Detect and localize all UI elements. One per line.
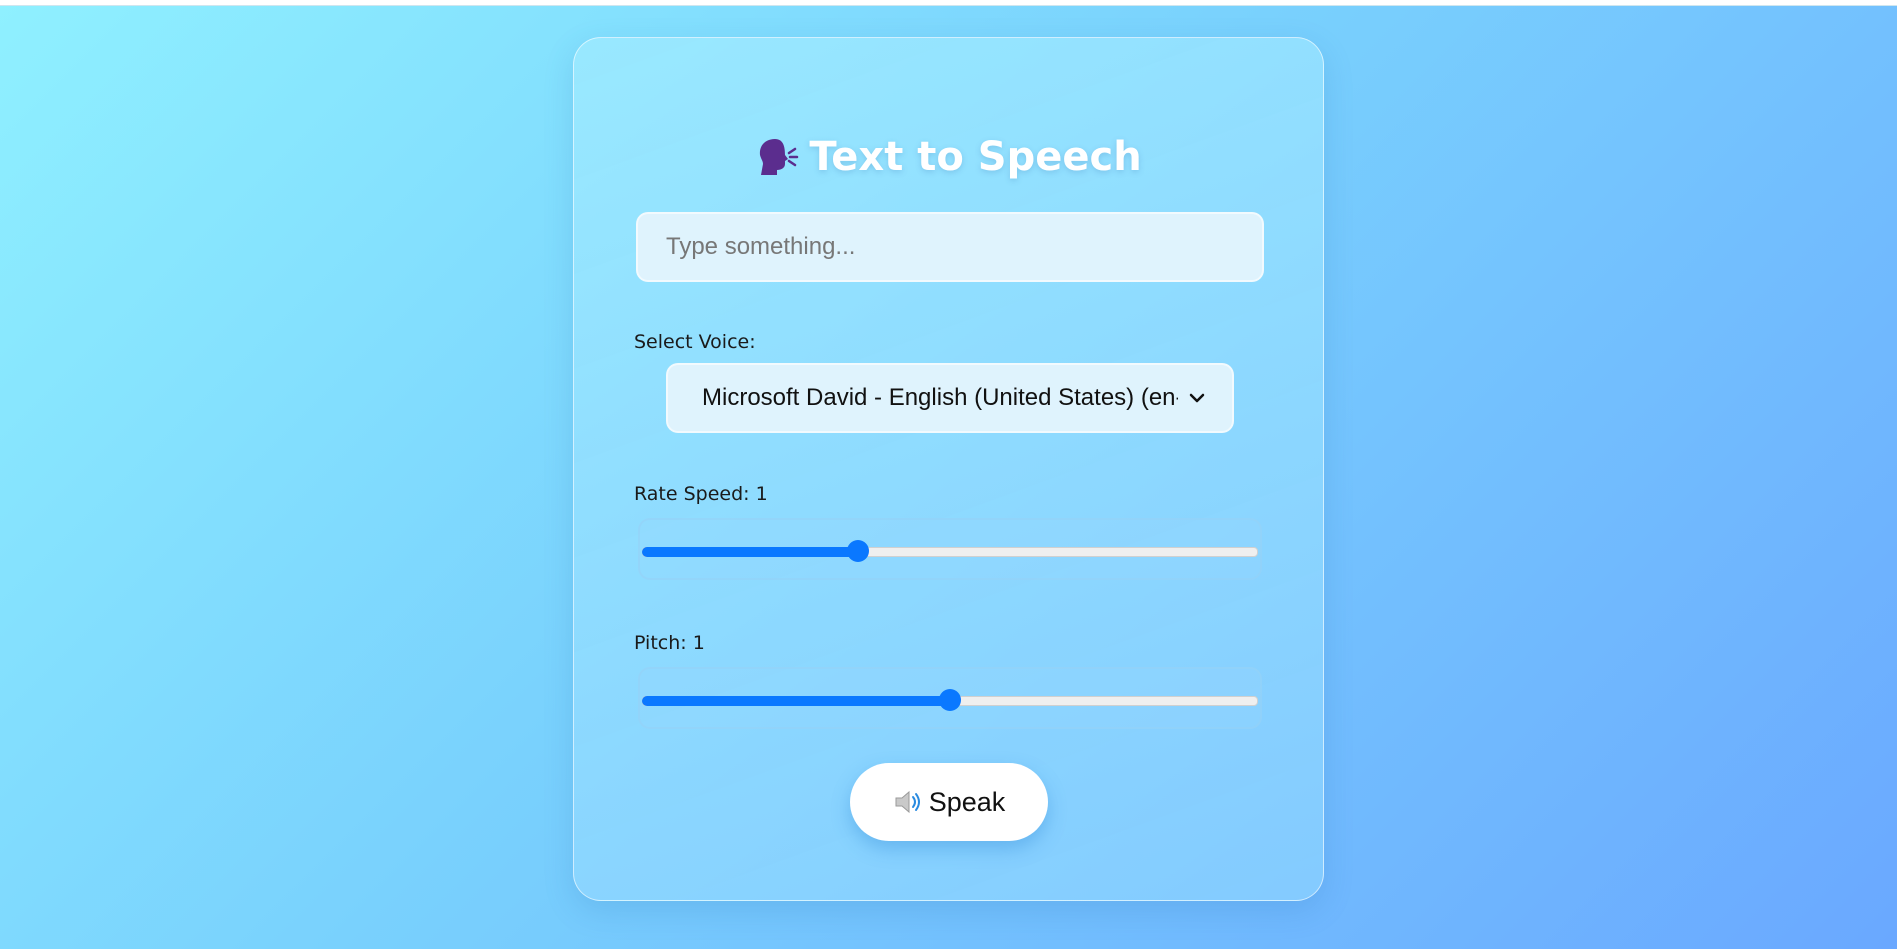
speak-button-label: Speak — [928, 786, 1006, 817]
rate-label: Rate Speed: 1 — [634, 483, 768, 505]
pitch-slider-thumb[interactable] — [939, 689, 961, 711]
rate-slider-thumb[interactable] — [846, 540, 869, 562]
rate-slider-fill — [642, 547, 858, 557]
title-text: Text to Speech — [809, 134, 1142, 180]
speaking-head-icon — [760, 139, 799, 175]
voice-select[interactable]: Microsoft David - English (United States… — [666, 363, 1234, 433]
voice-selected-value: Microsoft David - English (United States… — [702, 384, 1178, 411]
speaker-icon — [895, 790, 920, 814]
page-title: Text to Speech — [574, 134, 1323, 180]
tts-card: Text to Speech Select Voice: Microsoft D… — [573, 37, 1324, 901]
voice-label: Select Voice: — [634, 331, 756, 353]
pitch-slider[interactable] — [638, 667, 1262, 729]
speech-text-input[interactable] — [636, 212, 1264, 282]
chevron-down-icon — [1189, 393, 1205, 403]
pitch-slider-fill — [642, 696, 950, 706]
browser-top-border — [0, 0, 1897, 6]
pitch-label: Pitch: 1 — [634, 632, 705, 654]
rate-slider[interactable] — [638, 518, 1262, 580]
speak-button[interactable]: Speak — [850, 763, 1048, 841]
